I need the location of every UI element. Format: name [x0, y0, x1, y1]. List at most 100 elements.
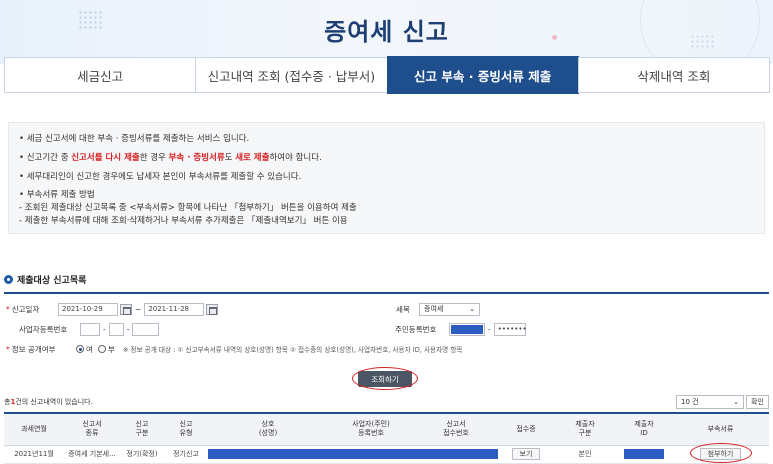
- dash: -: [126, 324, 130, 334]
- date-label: * 신고일자: [6, 304, 39, 315]
- resno-inputs: - •••••••: [449, 322, 527, 336]
- info-text: 도: [224, 153, 236, 163]
- search-form: * 신고일자 2021-10-29 ~ 2021-11-28 세목 증여세 ⌄ …: [4, 292, 769, 358]
- chevron-down-icon: ⌄: [733, 398, 739, 406]
- info-highlight: 새로 제출: [235, 153, 270, 163]
- resno-input-2[interactable]: •••••••: [493, 322, 527, 336]
- page-size-select[interactable]: 10 건 ⌄: [676, 395, 744, 409]
- resno-input-1[interactable]: [449, 322, 485, 336]
- chevron-down-icon: ⌄: [469, 305, 475, 313]
- tab-attachment-submission[interactable]: 신고 부속 · 증빙서류 제출: [386, 56, 579, 94]
- count-suffix: 건의 신고내역이 있습니다.: [15, 398, 93, 406]
- info-line: • 부속서류 제출 방법: [19, 190, 95, 200]
- disclosure-note: ※ 정보 공개 대상 : ① 신고부속서류 내역의 상호(성명) 항목 ② 접수…: [122, 346, 463, 354]
- bizno-input-3[interactable]: [132, 322, 160, 336]
- cell-attachments: 첨부하기: [672, 445, 769, 464]
- info-line: • 세금 신고서에 대한 부속 · 증빙서류를 제출하는 서비스 입니다.: [19, 134, 250, 144]
- masked-value: [208, 449, 328, 459]
- radio-yes-label: 여: [86, 344, 93, 354]
- cell-submitter-type: 본인: [554, 445, 616, 464]
- disclosure-options: 여 부 ※ 정보 공개 대상 : ① 신고부속서류 내역의 상호(성명) 항목 …: [76, 344, 462, 355]
- cell-regno: [328, 445, 414, 464]
- calendar-icon[interactable]: [206, 303, 219, 315]
- cell-receipt: 보기: [498, 445, 554, 464]
- col-name: 상호 (성명): [208, 412, 328, 446]
- info-text: • 신고기간 중: [19, 153, 72, 163]
- info-highlight: 부속 · 증빙서류: [168, 153, 225, 163]
- page-header: 증여세 신고: [0, 0, 773, 64]
- col-period: 과세연월: [4, 412, 64, 446]
- col-type: 신고 유형: [164, 412, 208, 446]
- form-row-date: * 신고일자 2021-10-29 ~ 2021-11-28 세목 증여세 ⌄: [4, 298, 769, 320]
- view-receipt-button[interactable]: 보기: [511, 448, 541, 460]
- tax-type-select[interactable]: 증여세 ⌄: [419, 302, 480, 316]
- bizno-input-2[interactable]: [108, 322, 124, 336]
- form-row-disclosure: * 정보 공개여부 여 부 ※ 정보 공개 대상 : ① 신고부속서류 내역의 …: [4, 338, 769, 360]
- required-mark: *: [6, 304, 10, 314]
- search-button[interactable]: 조회하기: [358, 371, 412, 387]
- tax-type-field: 증여세 ⌄: [419, 302, 480, 316]
- cell-name: [208, 445, 328, 464]
- required-mark: *: [6, 344, 10, 354]
- info-line: - 제출한 부속서류에 대해 조회·삭제하거나 부속서류 추가제출은 「제출내역…: [19, 216, 348, 226]
- tab-bar: 세금신고 신고내역 조회 (접수증 · 납부서) 신고 부속 · 증빙서류 제출…: [4, 56, 770, 94]
- range-separator: ~: [135, 304, 142, 314]
- page-title: 증여세 신고: [324, 18, 449, 46]
- cell-type: 정기신고: [164, 445, 208, 464]
- masked-value: [328, 449, 414, 459]
- col-regno: 사업자(주민) 등록번호: [328, 412, 414, 446]
- col-division: 신고 구분: [120, 412, 164, 446]
- col-receipt: 접수증: [498, 412, 554, 446]
- disclosure-label-text: 정보 공개여부: [11, 344, 56, 354]
- resno-label: 주민등록번호: [395, 324, 437, 334]
- info-text: 하여야 합니다.: [269, 153, 322, 163]
- form-row-ids: 사업자등록번호 - - 주민등록번호 - •••••••: [4, 318, 769, 340]
- date-range: 2021-10-29 ~ 2021-11-28: [58, 302, 219, 316]
- cell-receipt-no: [414, 445, 498, 464]
- cell-submitter-id: [616, 445, 672, 464]
- bizno-inputs: - -: [80, 322, 160, 336]
- col-receipt-no: 신고서 접수번호: [414, 412, 498, 446]
- section-title-text: 제출대상 신고목록: [17, 276, 87, 286]
- radio-no-label: 부: [107, 344, 115, 354]
- info-line: - 조회된 제출대상 신고목록 중 <부속서류> 항목에 나타난 「첨부하기」 …: [19, 203, 357, 213]
- cell-period: 2021년11월: [4, 445, 64, 464]
- date-label-text: 신고일자: [11, 304, 40, 314]
- info-highlight: 신고서를 다시 제출: [71, 153, 140, 163]
- col-submitter-id: 제출자 ID: [616, 412, 672, 446]
- section-bullet-icon: [4, 275, 13, 284]
- result-count: 총1건의 신고내역이 있습니다.: [4, 397, 93, 407]
- info-text: 한 경우: [139, 153, 169, 163]
- tax-type-value: 증여세: [424, 305, 444, 313]
- info-line: • 신고기간 중 신고서를 다시 제출한 경우 부속 · 증빙서류도 새로 제출…: [19, 149, 754, 168]
- attach-button[interactable]: 첨부하기: [699, 448, 742, 460]
- masked-value: [414, 449, 498, 459]
- tax-type-label: 세목: [396, 304, 410, 314]
- masked-value: [624, 449, 664, 459]
- bizno-input-1[interactable]: [80, 322, 100, 336]
- tab-tax-filing[interactable]: 세금신고: [4, 57, 197, 93]
- dash: -: [488, 324, 491, 334]
- filing-table: 과세연월 신고서 종류 신고 구분 신고 유형 상호 (성명) 사업자(주민) …: [4, 412, 769, 464]
- section-title: 제출대상 신고목록: [4, 273, 86, 286]
- info-line: • 세무대리인이 신고한 경우에도 납세자 본인이 부속서류를 제출할 수 있습…: [19, 172, 302, 182]
- radio-yes[interactable]: [76, 345, 84, 353]
- tab-filing-history[interactable]: 신고내역 조회 (접수증 · 납부서): [195, 57, 388, 93]
- table-row: 2021년11월 증여세 기본세... 정기(확정) 정기신고 보기 본인 첨부…: [4, 445, 769, 464]
- col-kind: 신고서 종류: [64, 412, 120, 446]
- date-to-input[interactable]: 2021-11-28: [144, 302, 205, 316]
- bizno-label: 사업자등록번호: [19, 324, 68, 334]
- cell-division: 정기(확정): [120, 445, 164, 464]
- cell-kind: 증여세 기본세...: [64, 445, 120, 464]
- radio-no[interactable]: [97, 345, 106, 353]
- confirm-button[interactable]: 확인: [746, 395, 769, 409]
- page-size-value: 10 건: [681, 398, 699, 406]
- disclosure-label: * 정보 공개여부: [6, 344, 56, 355]
- tab-deleted-history[interactable]: 삭제내역 조회: [577, 57, 770, 93]
- calendar-icon[interactable]: [120, 303, 132, 315]
- col-submitter-type: 제출자 구분: [554, 412, 616, 446]
- info-box: • 세금 신고서에 대한 부속 · 증빙서류를 제출하는 서비스 입니다. • …: [8, 122, 765, 234]
- col-attachments: 부속서류: [672, 412, 769, 446]
- date-from-input[interactable]: 2021-10-29: [58, 302, 118, 316]
- masked-value: [451, 324, 483, 334]
